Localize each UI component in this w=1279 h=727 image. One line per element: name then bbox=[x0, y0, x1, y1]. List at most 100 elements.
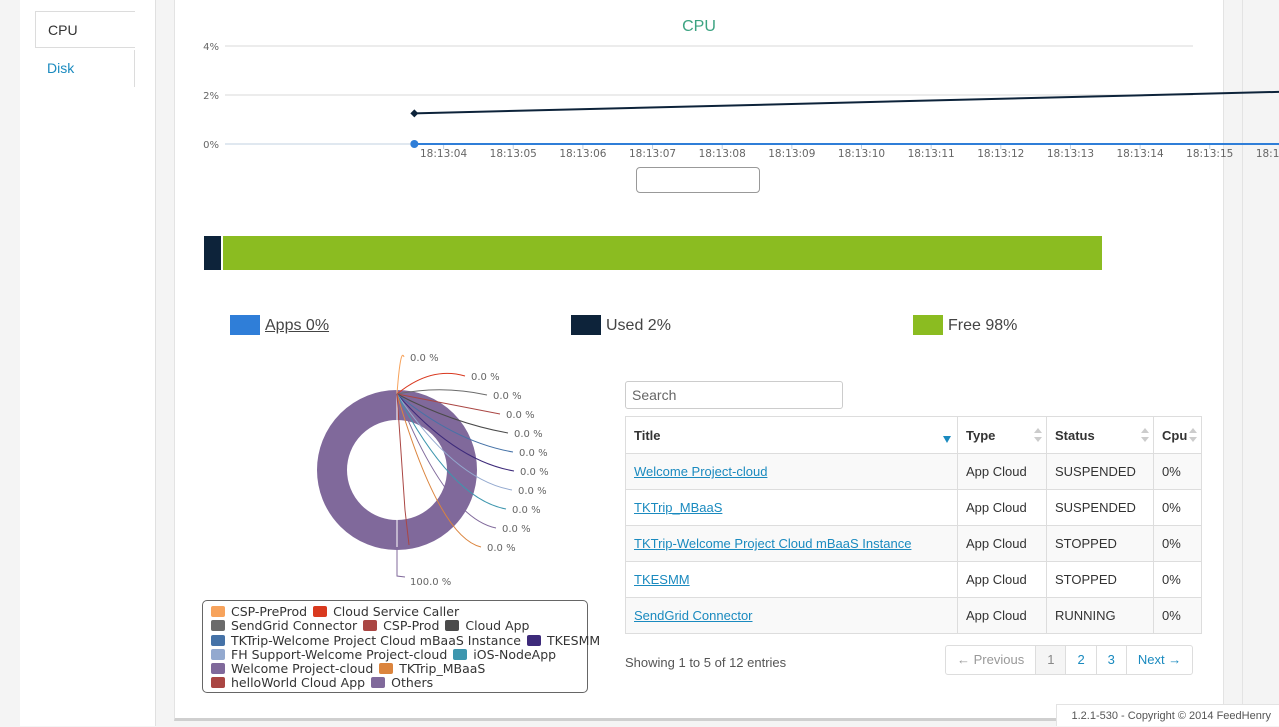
cell-title: SendGrid Connector bbox=[625, 597, 958, 634]
app-title-link[interactable]: TKESMM bbox=[634, 572, 690, 587]
x-tick-label: 18:13:10 bbox=[838, 148, 885, 160]
cell-cpu: 0% bbox=[1153, 597, 1202, 634]
col-header-status[interactable]: Status bbox=[1046, 416, 1154, 454]
table-row: SendGrid Connector App Cloud RUNNING 0% bbox=[625, 597, 1202, 634]
pie-legend-row: SendGrid Connector CSP-Prod Cloud App bbox=[211, 619, 587, 633]
app-title-link[interactable]: TKTrip_MBaaS bbox=[634, 500, 722, 515]
app-title-link[interactable]: Welcome Project-cloud bbox=[634, 464, 767, 479]
table-info: Showing 1 to 5 of 12 entries bbox=[625, 655, 787, 670]
pie-legend-item[interactable]: TKTrip_MBaaS bbox=[379, 662, 485, 676]
pie-data-label: 0.0 % bbox=[487, 543, 516, 554]
table-row: TKTrip-Welcome Project Cloud mBaaS Insta… bbox=[625, 525, 1202, 562]
summary-used-label: Used 2% bbox=[606, 317, 671, 334]
legend-swatch bbox=[379, 663, 394, 675]
summary-free: Free 98% bbox=[913, 315, 1017, 337]
table-header-row: Title Type Status Cpu bbox=[625, 416, 1202, 454]
app-title-link[interactable]: TKTrip-Welcome Project Cloud mBaaS Insta… bbox=[634, 536, 911, 551]
page-1-button[interactable]: 1 bbox=[1035, 645, 1067, 675]
pie-legend-item[interactable]: FH Support-Welcome Project-cloud bbox=[211, 647, 447, 662]
col-header-cpu[interactable]: Cpu bbox=[1153, 416, 1202, 454]
data-point bbox=[410, 140, 419, 148]
pie-data-label: 0.0 % bbox=[519, 448, 548, 459]
legend-swatch bbox=[526, 634, 541, 646]
y-tick-label: 0% bbox=[203, 140, 219, 151]
prev-page-button[interactable]: ← Previous bbox=[945, 645, 1037, 675]
sort-icon bbox=[1141, 428, 1149, 442]
cell-status: RUNNING bbox=[1046, 597, 1154, 634]
legend-swatch bbox=[363, 620, 378, 632]
pie-legend-item[interactable]: CSP-Prod bbox=[363, 619, 439, 633]
pie-legend-item[interactable]: TKESMM bbox=[526, 632, 601, 648]
usage-bar-used bbox=[204, 236, 221, 270]
pie-legend-item[interactable]: Welcome Project-cloud bbox=[211, 662, 373, 676]
pie-data-label: 0.0 % bbox=[514, 429, 543, 440]
sort-desc-icon bbox=[943, 436, 951, 443]
legend-label: CSP-Prod bbox=[383, 618, 440, 634]
legend-swatch bbox=[445, 620, 460, 632]
pie-legend-row: CSP-PreProd Cloud Service Caller bbox=[211, 604, 587, 619]
search-input[interactable] bbox=[625, 381, 843, 409]
pie-legend-row: helloWorld Cloud App Others bbox=[211, 676, 587, 690]
cell-title: TKTrip-Welcome Project Cloud mBaaS Insta… bbox=[625, 525, 958, 562]
pie-data-label: 0.0 % bbox=[493, 391, 522, 402]
legend-label: TKTrip_MBaaS bbox=[399, 661, 486, 677]
cell-cpu: 0% bbox=[1153, 453, 1202, 490]
x-tick-label: 18:13:04 bbox=[420, 148, 467, 160]
x-tick-label: 18:13:11 bbox=[908, 148, 955, 160]
x-tick-label: 18:13:08 bbox=[699, 148, 746, 160]
next-page-button[interactable]: Next → bbox=[1125, 645, 1194, 675]
legend-label: TKTrip-Welcome Project Cloud mBaaS Insta… bbox=[231, 632, 521, 648]
summary-apps-label[interactable]: Apps 0% bbox=[265, 317, 329, 334]
page-3-button[interactable]: 3 bbox=[1095, 645, 1127, 675]
cell-cpu: 0% bbox=[1153, 561, 1202, 598]
col-cpu-label: Cpu bbox=[1162, 427, 1188, 443]
cpu-pie-chart: 0.0 % 0.0 % 0.0 % 0.0 % 0.0 % 0.0 % 0.0 % 0.0 %… bbox=[317, 353, 549, 588]
cell-status: STOPPED bbox=[1046, 525, 1154, 562]
sort-icon bbox=[1189, 428, 1197, 442]
cell-type: App Cloud bbox=[957, 453, 1047, 490]
col-type-label: Type bbox=[966, 427, 996, 443]
table-row: TKESMM App Cloud STOPPED 0% bbox=[625, 561, 1202, 598]
legend-label: CSP-PreProd bbox=[231, 604, 308, 619]
pie-legend-item[interactable]: helloWorld Cloud App bbox=[211, 676, 365, 690]
legend-label: Others bbox=[391, 675, 434, 691]
x-tick-label: 18:13:07 bbox=[629, 148, 676, 160]
page-2-button[interactable]: 2 bbox=[1065, 645, 1097, 675]
summary-apps[interactable]: Apps 0% bbox=[230, 315, 329, 337]
pie-legend-item[interactable]: Cloud App bbox=[445, 619, 529, 633]
chart-title: CPU bbox=[682, 18, 716, 35]
free-swatch bbox=[913, 315, 943, 335]
pie-legend-item[interactable]: TKTrip-Welcome Project Cloud mBaaS Insta… bbox=[211, 632, 521, 648]
pie-legend-item[interactable]: iOS-NodeApp bbox=[453, 646, 557, 662]
legend-label: Cloud App bbox=[465, 618, 530, 634]
col-header-type[interactable]: Type bbox=[957, 416, 1047, 454]
x-tick-label: 18:13:14 bbox=[1117, 148, 1164, 160]
legend-swatch bbox=[211, 663, 225, 675]
line-legend bbox=[636, 167, 760, 193]
table-row: TKTrip_MBaaS App Cloud SUSPENDED 0% bbox=[625, 489, 1202, 526]
cell-type: App Cloud bbox=[957, 525, 1047, 562]
pie-legend-row: TKTrip-Welcome Project Cloud mBaaS Insta… bbox=[211, 632, 600, 648]
pie-data-label: 0.0 % bbox=[506, 410, 535, 421]
pie-legend-item[interactable]: SendGrid Connector bbox=[211, 619, 357, 633]
summary-used: Used 2% bbox=[571, 315, 671, 337]
cell-cpu: 0% bbox=[1153, 489, 1202, 526]
pie-data-label: 0.0 % bbox=[502, 524, 531, 535]
legend-label: iOS-NodeApp bbox=[473, 646, 557, 662]
pie-legend-item[interactable]: Cloud Service Caller bbox=[313, 604, 459, 619]
pie-legend-item[interactable]: Others bbox=[371, 676, 433, 690]
col-header-title[interactable]: Title bbox=[625, 416, 958, 454]
app-title-link[interactable]: SendGrid Connector bbox=[634, 608, 753, 623]
legend-swatch bbox=[313, 606, 328, 617]
apps-swatch bbox=[230, 315, 260, 335]
series-line-used bbox=[414, 90, 1279, 115]
col-status-label: Status bbox=[1055, 427, 1095, 443]
cell-status: STOPPED bbox=[1046, 561, 1154, 598]
legend-swatch bbox=[211, 620, 225, 632]
legend-swatch bbox=[453, 648, 468, 660]
pie-legend-item[interactable]: CSP-PreProd bbox=[211, 604, 308, 619]
cell-cpu: 0% bbox=[1153, 525, 1202, 562]
pie-data-label: 0.0 % bbox=[520, 467, 549, 478]
x-tick-label: 18:13:12 bbox=[977, 148, 1024, 160]
legend-label: TKESMM bbox=[546, 632, 601, 648]
